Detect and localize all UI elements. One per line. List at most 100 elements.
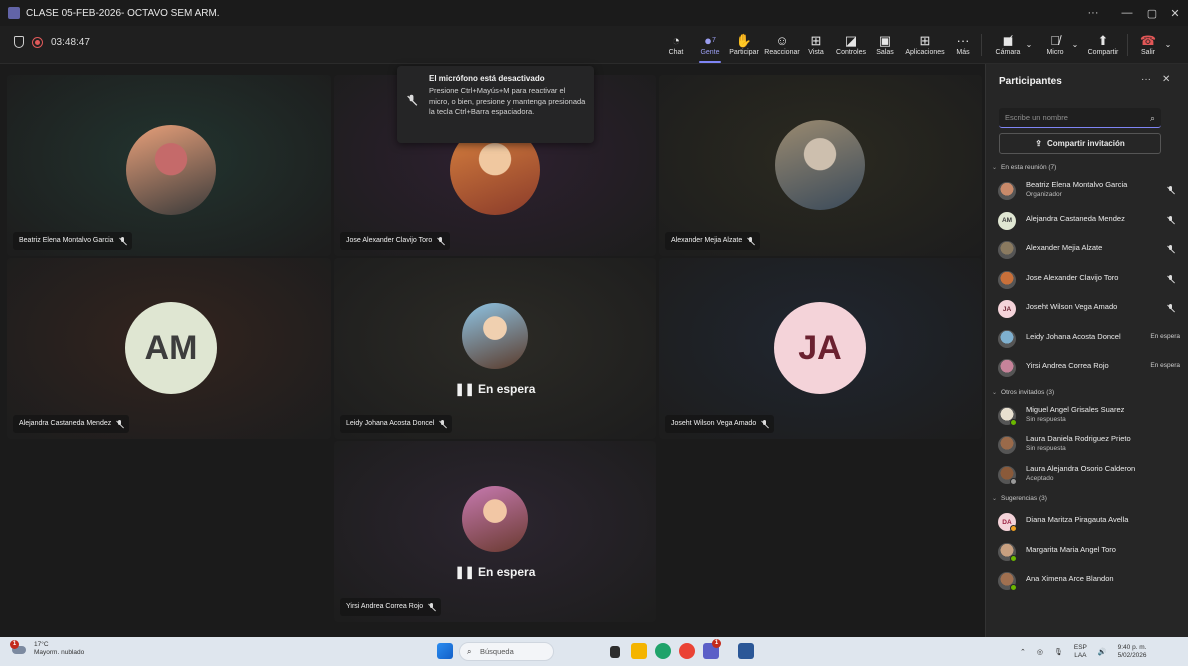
- chat-button[interactable]: ◔ Chat: [665, 29, 687, 61]
- participant-section-header[interactable]: ⌄ Otros invitados (3): [992, 389, 1054, 396]
- apps-button[interactable]: ⊞ Aplicaciones: [903, 29, 947, 61]
- network-icon[interactable]: ◎: [1037, 648, 1043, 656]
- participant-role: Sin respuesta: [1026, 415, 1066, 423]
- chevron-down-icon: ⌄: [1071, 39, 1079, 49]
- panel-more-icon[interactable]: ···: [1141, 74, 1151, 85]
- participant-name: Alexander Mejia Alzate: [1026, 243, 1103, 252]
- taskbar-search[interactable]: ⌕ Búsqueda: [459, 642, 554, 661]
- volume-icon[interactable]: 🔊: [1098, 648, 1107, 656]
- waiting-status: ❚❚ En espera: [454, 565, 536, 579]
- participant-search-input[interactable]: Escribe un nombre ⌕: [999, 108, 1161, 128]
- participant-section-header[interactable]: ⌄ Sugerencias (3): [992, 495, 1047, 502]
- maximize-button[interactable]: ▢: [1141, 0, 1163, 26]
- share-button[interactable]: ⬆ Compartir: [1085, 29, 1121, 61]
- mic-button[interactable]: 🎙̸ Micro: [1042, 29, 1068, 61]
- participant-row[interactable]: Laura Daniela Rodriguez Prieto Sin respue…: [998, 434, 1180, 456]
- initials-avatar: AM: [998, 211, 1016, 230]
- waiting-status: ❚❚ En espera: [454, 382, 536, 396]
- chevron-down-icon: ⌄: [992, 496, 998, 502]
- search-icon: ⌕: [1149, 113, 1155, 123]
- participant-row[interactable]: Alexander Mejia Alzate: [998, 239, 1180, 261]
- mic-muted-toast: El micrófono está desactivado Presione C…: [397, 66, 594, 143]
- controls-button[interactable]: ◪ Controles: [833, 29, 869, 61]
- pause-icon: ❚❚: [454, 565, 475, 579]
- participant-name: Ana Ximena Arce Blandon: [1026, 574, 1114, 583]
- participant-row[interactable]: Yirsi Andrea Correa Rojo En espera: [998, 357, 1180, 379]
- people-button[interactable]: ●7 Gente: [697, 29, 723, 63]
- meeting-status: 03:48:47: [14, 36, 90, 48]
- participant-name: Laura Alejandra Osorio Calderon: [1026, 463, 1136, 473]
- language-indicator[interactable]: ESP LAA: [1074, 644, 1087, 660]
- leave-options-chevron[interactable]: ⌄: [1163, 29, 1173, 61]
- chrome-browser-icon[interactable]: [679, 643, 695, 659]
- minimize-button[interactable]: —: [1116, 0, 1138, 26]
- initials-avatar: JA: [774, 302, 866, 394]
- participant-row[interactable]: Miguel Angel Grisales Suarez Sin respuest…: [998, 405, 1180, 427]
- window-more-button[interactable]: ···: [1082, 0, 1104, 26]
- file-explorer-icon[interactable]: [631, 643, 647, 659]
- video-tile[interactable]: Alexander Mejia Alzate: [659, 75, 982, 256]
- word-icon[interactable]: [738, 643, 754, 659]
- participant-row[interactable]: Margarita Maria Angel Toro: [998, 541, 1180, 563]
- toolbar-divider: [981, 34, 982, 56]
- avatar: [998, 329, 1016, 348]
- share-icon: ⇪: [1035, 139, 1042, 148]
- participant-name: Miguel Angel Grisales Suarez: [1026, 404, 1125, 414]
- avatar: [998, 270, 1016, 289]
- edge-browser-icon[interactable]: [655, 643, 671, 659]
- meeting-toolbar: 03:48:47 ◔ Chat ●7 Gente ✋ Participar ☺ …: [0, 26, 1188, 64]
- share-invite-button[interactable]: ⇪ Compartir invitación: [999, 133, 1161, 154]
- mic-off-icon: [437, 237, 444, 245]
- leave-button[interactable]: ☎ Salir: [1136, 29, 1160, 61]
- panel-close-icon[interactable]: ✕: [1162, 74, 1170, 85]
- participant-row[interactable]: Laura Alejandra Osorio Calderon Aceptado: [998, 464, 1180, 486]
- hang-up-icon: ☎: [1139, 33, 1157, 48]
- react-button[interactable]: ☺ Reaccionar: [762, 29, 802, 61]
- view-button[interactable]: ⊞ Vista: [805, 29, 827, 61]
- video-tile[interactable]: ❚❚ En espera Yirsi Andrea Correa Rojo: [334, 441, 656, 622]
- mic-tray-icon[interactable]: 🎙: [1054, 648, 1063, 656]
- chevron-down-icon: ⌄: [1164, 39, 1172, 49]
- toast-title: El micrófono está desactivado: [429, 74, 545, 83]
- video-tile[interactable]: AM Alejandra Castaneda Mendez: [7, 258, 331, 439]
- participant-name: Leidy Johana Acosta Doncel: [1026, 331, 1121, 341]
- participant-row[interactable]: Beatriz Elena Montalvo Garcia Organizador: [998, 180, 1180, 202]
- close-window-button[interactable]: ✕: [1164, 0, 1186, 26]
- participant-row[interactable]: AM Alejandra Castaneda Mendez: [998, 210, 1180, 232]
- participant-photo: [462, 486, 528, 552]
- camera-off-icon: ◼̸: [1002, 33, 1014, 48]
- camera-button[interactable]: ◼̸ Cámara: [993, 29, 1023, 61]
- camera-options-chevron[interactable]: ⌄: [1024, 29, 1034, 61]
- more-button[interactable]: ··· Más: [953, 29, 973, 61]
- shield-icon: [14, 36, 24, 48]
- video-tile[interactable]: JA Joseht Wilson Vega Amado: [659, 258, 982, 439]
- chevron-up-icon[interactable]: ⌃: [1020, 648, 1026, 656]
- chat-icon: ◔: [672, 33, 680, 48]
- more-icon: ···: [956, 33, 970, 48]
- participant-row[interactable]: DA Diana Maritza Piragauta Avella: [998, 511, 1180, 533]
- mic-options-chevron[interactable]: ⌄: [1070, 29, 1080, 61]
- weather-widget[interactable]: 1 17°C Mayorm. nublado: [10, 640, 85, 657]
- participant-row[interactable]: Leidy Johana Acosta Doncel En espera: [998, 328, 1180, 350]
- participant-row[interactable]: Jose Alexander Clavijo Toro: [998, 269, 1180, 291]
- mic-off-icon: [1167, 304, 1174, 312]
- task-view-icon[interactable]: [610, 646, 620, 658]
- participant-section-header[interactable]: ⌄ En esta reunión (7): [992, 164, 1056, 171]
- toast-body: Presione Ctrl+Mayús+M para reactivar el …: [429, 86, 586, 116]
- mic-off-icon: [439, 420, 446, 428]
- teams-taskbar-icon[interactable]: 1: [703, 639, 721, 659]
- rooms-button[interactable]: ▣ Salas: [873, 29, 897, 61]
- video-tile[interactable]: ❚❚ En espera Leidy Johana Acosta Doncel: [334, 258, 656, 439]
- presence-indicator: [1010, 477, 1017, 485]
- video-tile[interactable]: Beatriz Elena Montalvo Garcia: [7, 75, 331, 256]
- windows-start-icon[interactable]: [437, 643, 453, 659]
- participant-row[interactable]: Ana Ximena Arce Blandon: [998, 570, 1180, 592]
- participant-name: Yirsi Andrea Correa Rojo: [1026, 361, 1109, 370]
- tile-name-label: Joseht Wilson Vega Amado: [665, 415, 775, 433]
- raise-hand-button[interactable]: ✋ Participar: [729, 29, 759, 61]
- clock[interactable]: 9:40 p. m. 5/02/2026: [1118, 644, 1147, 660]
- participant-row[interactable]: JA Joseht Wilson Vega Amado: [998, 298, 1180, 320]
- participant-name: Beatriz Elena Montalvo Garcia: [1026, 180, 1128, 189]
- tile-name-label: Alexander Mejia Alzate: [665, 232, 761, 250]
- weather-text: Mayorm. nublado: [34, 649, 85, 656]
